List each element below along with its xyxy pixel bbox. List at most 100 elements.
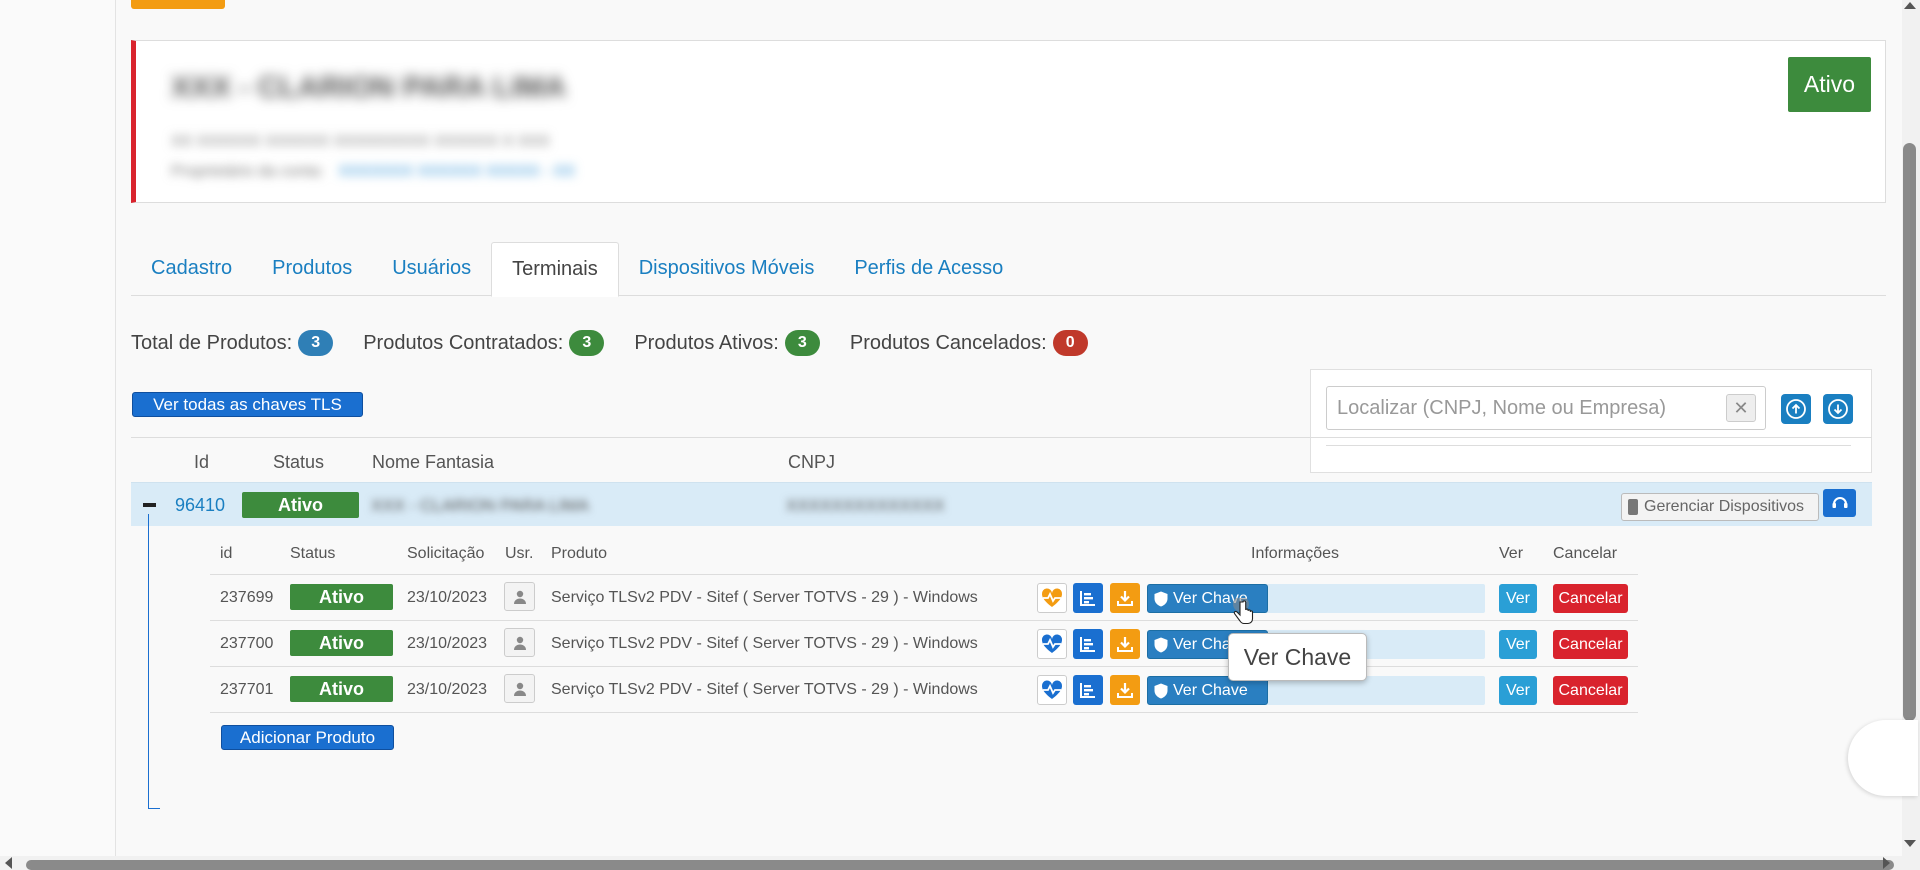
contracted-products-badge: 3 [569,330,605,356]
clear-search-button[interactable]: ✕ [1726,394,1756,422]
cancel-button[interactable]: Cancelar [1553,584,1628,613]
scroll-right-arrow-icon[interactable] [1883,857,1890,869]
health-status-button[interactable] [1037,629,1067,659]
user-icon [513,682,526,696]
product-counts: Total de Produtos: 3 Produtos Contratado… [131,330,1118,356]
scroll-up-arrow-icon[interactable] [1904,2,1916,9]
shield-icon [1154,683,1168,698]
vertical-scrollbar-thumb[interactable] [1903,143,1916,721]
add-product-button[interactable]: Adicionar Produto [221,725,394,750]
heartbeat-icon [1041,680,1063,699]
heartbeat-warning-icon [1041,588,1063,607]
user-button[interactable] [504,582,535,611]
header-id: Id [194,452,210,472]
tab-usuarios[interactable]: Usuários [372,242,491,296]
view-key-label: Ver Chave [1173,681,1248,699]
download-button[interactable] [1110,583,1140,613]
scroll-left-arrow-icon[interactable] [5,857,12,869]
sub-header-usr: Usr. [505,545,534,562]
client-card: XXX - CLARION PARA LIMA XX XXXXXX XXXXXX… [131,40,1886,203]
support-button[interactable] [1823,489,1856,517]
status-badge: Ativo [290,630,393,656]
user-button[interactable] [504,628,535,657]
cancel-button[interactable]: Cancelar [1553,676,1628,705]
product-id: 237699 [220,589,274,606]
download-icon [1117,591,1133,606]
tab-dispositivos-moveis[interactable]: Dispositivos Móveis [619,242,835,296]
product-id: 237701 [220,681,274,698]
user-icon [513,636,526,650]
product-name: Serviço TLSv2 PDV - Sitef ( Server TOTVS… [551,589,978,606]
chart-button[interactable] [1073,629,1103,659]
collapse-icon[interactable] [143,503,156,507]
owner-link[interactable]: XXXXXXX XXXXXX XXXXX - XX [338,163,575,180]
header-status: Status [273,452,325,472]
arrow-up-circle-icon [1786,399,1806,419]
view-button[interactable]: Ver [1499,584,1537,613]
sub-header-cancelar: Cancelar [1553,545,1618,562]
user-button[interactable] [504,674,535,703]
horizontal-scrollbar-thumb[interactable] [26,860,1894,870]
table-row: 237701 Ativo 23/10/2023 Serviço TLSv2 PD… [210,667,1638,713]
sub-header-solicitacao: Solicitação [407,545,485,562]
download-button[interactable] [1110,675,1140,705]
health-status-button[interactable] [1037,583,1067,613]
table-row[interactable]: 96410 Ativo XXX - CLARION PARA LIMA XXXX… [131,482,1872,526]
product-id: 237700 [220,635,274,652]
scroll-up-button[interactable] [1781,394,1811,424]
bar-chart-icon [1080,591,1095,606]
status-badge: Ativo [242,492,359,518]
active-products-label: Produtos Ativos: [634,331,779,354]
table-row: 237700 Ativo 23/10/2023 Serviço TLSv2 PD… [210,621,1638,667]
bar-chart-icon [1080,683,1095,698]
sub-header-status: Status [290,545,336,562]
request-date: 23/10/2023 [407,589,488,606]
download-icon [1117,683,1133,698]
view-button[interactable]: Ver [1499,676,1537,705]
heartbeat-icon [1041,634,1063,653]
download-button[interactable] [1110,629,1140,659]
tab-bar: Cadastro Produtos Usuários Terminais Dis… [131,242,1886,297]
cancel-button[interactable]: Cancelar [1553,630,1628,659]
tab-terminais[interactable]: Terminais [491,242,619,297]
cancelled-products-badge: 0 [1052,330,1088,356]
manage-devices-label: Gerenciar Dispositivos [1644,498,1805,515]
request-date: 23/10/2023 [407,681,488,698]
total-products-label: Total de Produtos: [131,331,293,354]
scroll-down-button[interactable] [1823,394,1853,424]
arrow-down-circle-icon [1828,399,1848,419]
tree-connector [148,514,160,809]
active-products-badge: 3 [784,330,820,356]
sub-header-id: id [220,545,233,562]
top-orange-button[interactable] [131,0,225,9]
sub-header-ver: Ver [1499,545,1524,562]
total-products: Total de Produtos: 3 [131,330,334,356]
chart-button[interactable] [1073,583,1103,613]
tab-cadastro[interactable]: Cadastro [131,242,252,296]
health-status-button[interactable] [1037,675,1067,705]
view-key-tooltip: Ver Chave [1228,633,1367,681]
chart-button[interactable] [1073,675,1103,705]
client-subtitle: XX XXXXXX XXXXXX XXXXXXXXX XXXXXX X XXX [171,133,550,150]
view-all-tls-keys-button[interactable]: Ver todas as chaves TLS [132,392,363,417]
sub-table-header: id Status Solicitação Usr. Produto Infor… [210,535,1638,575]
view-button[interactable]: Ver [1499,630,1537,659]
shield-icon [1154,591,1168,606]
row-cnpj: XXXXXXXXXXXXXX [786,496,945,515]
row-id-link[interactable]: 96410 [175,495,225,516]
manage-devices-button[interactable]: Gerenciar Dispositivos [1621,493,1819,521]
mobile-phone-icon [1628,499,1638,515]
hand-cursor-icon [1233,598,1254,625]
client-owner: Proprietário da conta: XXXXXXX XXXXXX XX… [171,163,575,181]
search-input[interactable] [1326,386,1766,430]
tab-produtos[interactable]: Produtos [252,242,372,296]
left-rail [0,0,116,856]
scroll-down-arrow-icon[interactable] [1904,840,1916,847]
product-name: Serviço TLSv2 PDV - Sitef ( Server TOTVS… [551,635,978,652]
floating-side-widget[interactable] [1848,720,1918,796]
tab-perfis-de-acesso[interactable]: Perfis de Acesso [834,242,1023,296]
client-title: XXX - CLARION PARA LIMA [171,71,566,104]
header-cnpj: CNPJ [788,452,836,472]
sub-header-informacoes: Informações [1251,545,1340,562]
total-products-badge: 3 [298,330,334,356]
